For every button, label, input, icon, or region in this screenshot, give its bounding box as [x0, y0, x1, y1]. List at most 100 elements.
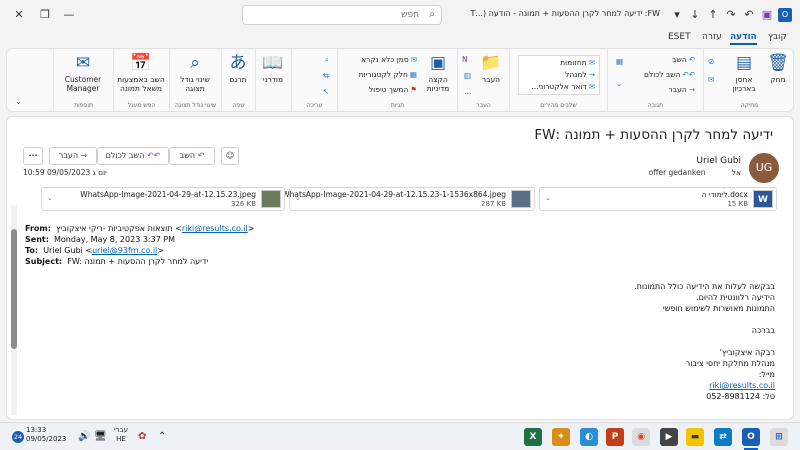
quickstep-item[interactable]: →למנהל — [565, 70, 595, 79]
archive-button[interactable]: ▤ אחסן בארכיון — [727, 53, 761, 93]
customer-manager-button[interactable]: ✉ Customer Manager — [57, 53, 109, 93]
rules-icon: ▥ — [464, 71, 472, 80]
trash-icon: 🗑 — [767, 53, 789, 73]
app-icon[interactable]: ✦ — [552, 428, 570, 446]
folder-move-icon: 📁 — [480, 53, 502, 73]
assign-policy-button[interactable]: ▣ הקצה מדיניות — [423, 53, 453, 93]
tab-file[interactable]: קובץ — [768, 32, 787, 42]
teamviewer-icon[interactable]: ⇄ — [714, 428, 732, 446]
search-box[interactable]: ⌕ — [242, 5, 442, 25]
sender-name[interactable]: Uriel Gubi — [696, 156, 741, 166]
chevron-up-icon[interactable]: ⌃ — [158, 431, 166, 442]
quickstep-item[interactable]: ✉תחזומות — [560, 58, 595, 67]
reply-icon: ↶ — [197, 151, 205, 160]
more-respond-button[interactable]: ⌄ — [614, 79, 622, 88]
undo-icon[interactable]: ↶ — [742, 8, 756, 22]
group-label-tags: תגיות — [390, 102, 405, 109]
ribbon-reply-button[interactable]: ↶השב — [672, 55, 695, 64]
notification-badge[interactable]: 24 — [12, 431, 24, 443]
tab-message[interactable]: הודעה — [730, 32, 757, 45]
tray-app-icon[interactable]: ✿ — [138, 431, 146, 442]
immersive-reader-button[interactable]: 📖 מודרני — [257, 53, 289, 84]
search-input[interactable] — [259, 6, 419, 24]
onenote-button[interactable]: N — [462, 55, 468, 64]
chevron-down-icon[interactable]: ⌄ — [47, 194, 53, 202]
up-arrow-icon[interactable]: ↑ — [706, 8, 720, 22]
reply-with-poll-button[interactable]: 📅 השב באמצעות משאל תמונה — [115, 53, 167, 93]
reply-button[interactable]: השב ↶ — [169, 147, 215, 165]
chevron-down-icon[interactable]: ⌄ — [295, 194, 301, 202]
more-icon: … — [464, 87, 472, 96]
chrome-icon[interactable]: ◉ — [632, 428, 650, 446]
outlook-taskbar-icon[interactable]: O — [742, 428, 760, 446]
scrollbar[interactable] — [11, 205, 17, 415]
delete-label: מחק — [770, 75, 786, 84]
reply-label: השב — [179, 151, 196, 160]
forward-button[interactable]: העבר → — [49, 147, 97, 165]
avatar[interactable]: UG — [749, 153, 779, 183]
select-button[interactable]: ↖ — [321, 87, 329, 96]
ignore-button[interactable]: ✉ — [706, 75, 714, 84]
emoji-reaction-button[interactable]: ☺ — [221, 147, 239, 165]
zoom-button[interactable]: ⌕ שינוי גודל תצוגה — [173, 53, 217, 93]
categorize-button[interactable]: ▦חלק לקטגוריות — [359, 70, 417, 79]
file-explorer-icon[interactable]: ▬ — [686, 428, 704, 446]
scrollbar-thumb[interactable] — [11, 229, 17, 349]
photos-icon[interactable]: ◐ — [580, 428, 598, 446]
chevron-down-icon[interactable]: ⌄ — [545, 194, 551, 202]
mark-unread-button[interactable]: ✉סמן כלא נקרא — [361, 55, 417, 64]
app-icon[interactable]: ▶ — [660, 428, 678, 446]
related-button[interactable]: ⇆ — [321, 71, 329, 80]
find-button[interactable]: ⌕ — [323, 55, 329, 65]
ribbon-reply-all-button[interactable]: ↶↶השב לכולם — [644, 70, 695, 79]
followup-button[interactable]: ⚑המשך טיפול — [369, 85, 417, 94]
tab-eset[interactable]: ESET — [668, 32, 691, 42]
actions-button[interactable]: … — [462, 87, 472, 96]
windows-start-icon[interactable]: ⊞ — [770, 428, 788, 446]
minimize-icon[interactable]: — — [62, 8, 76, 22]
ribbon: 🗑 מחק ▤ אחסן בארכיון ⊘ ✉ מחיקה ↶השב ↶↶הש… — [6, 48, 794, 112]
more-actions-button[interactable]: ··· — [23, 147, 43, 165]
move-button[interactable]: 📁 העבר — [477, 53, 505, 84]
rules-button[interactable]: ▥ — [462, 71, 471, 80]
archive-label: אחסן בארכיון — [732, 75, 756, 93]
network-icon[interactable]: 🖥 — [94, 431, 107, 442]
clock[interactable]: 13:33 09/05/2023 — [26, 426, 66, 444]
customize-toolbar-icon[interactable]: ▾ — [670, 8, 684, 22]
language-indicator[interactable]: עברי HE — [114, 426, 128, 444]
quickstep-icon: ✉ — [588, 58, 595, 67]
from-email-link[interactable]: riki@results.co.il — [182, 224, 248, 233]
group-respond: ↶השב ↶↶השב לכולם →העבר ▦ ⌄ תגובה — [607, 49, 703, 111]
signature-email-link[interactable]: riki@results.co.il — [709, 381, 775, 390]
recipient-name[interactable]: offer gedanken — [649, 168, 706, 177]
ribbon-collapse-icon[interactable]: ⌄ — [15, 97, 22, 106]
delete-button[interactable]: 🗑 מחק — [767, 53, 789, 84]
group-label-addins: תוספות — [74, 102, 93, 109]
group-language: あ תרגם שפה — [221, 49, 255, 111]
powerpoint-icon[interactable]: P — [606, 428, 624, 446]
policy-icon: ▣ — [429, 53, 447, 73]
close-icon[interactable]: ✕ — [12, 8, 26, 22]
speaker-icon[interactable]: 🔊 — [78, 431, 90, 442]
tab-help[interactable]: עזרה — [702, 32, 722, 42]
reply-all-button[interactable]: השב לכולם ↶↶ — [97, 147, 169, 165]
group-label-move: העבר — [476, 102, 491, 109]
signature-title: מנהלת מחלקת יחסי ציבור — [685, 359, 775, 368]
down-arrow-icon[interactable]: ↓ — [688, 8, 702, 22]
save-icon[interactable]: ▣ — [760, 8, 774, 22]
from-value: תוצאות אפקטיביות -ריקי איצקוביץ < — [56, 224, 182, 233]
restore-icon[interactable]: ❐ — [38, 8, 52, 22]
junk-button[interactable]: ⊘ — [706, 57, 714, 66]
quickstep-item[interactable]: ✉דואר אלקטרוני... — [531, 82, 595, 91]
translate-button[interactable]: あ תרגם — [223, 53, 253, 84]
to-email-link[interactable]: uriel@93fm.co.il — [92, 246, 157, 255]
redo-icon[interactable]: ↷ — [724, 8, 738, 22]
attachment-docx[interactable]: W לימודי ה.docx 15 KB ⌄ — [539, 187, 777, 211]
excel-icon[interactable]: X — [524, 428, 542, 446]
image-thumbnail — [261, 190, 281, 208]
meeting-button[interactable]: ▦ — [614, 57, 623, 66]
attachment-jpeg-1[interactable]: WhatsApp-Image-2021-04-29-at-12.15.23-1-… — [282, 187, 535, 211]
attachment-jpeg-2[interactable]: WhatsApp-Image-2021-04-29-at-12.15.23.jp… — [41, 187, 285, 211]
attachment-name: WhatsApp-Image-2021-04-29-at-12.15.23.jp… — [80, 190, 256, 199]
ribbon-forward-button[interactable]: →העבר — [669, 85, 695, 94]
